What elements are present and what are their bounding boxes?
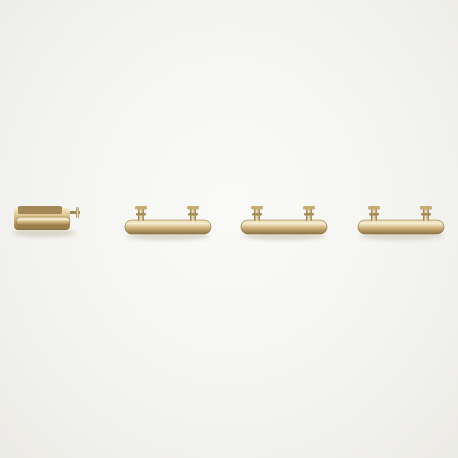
photo-canvas xyxy=(12,206,445,240)
mute-switch-toggle xyxy=(15,216,71,227)
side-button-pin-left xyxy=(135,206,147,221)
mute-switch xyxy=(12,206,80,237)
side-button-pin-right xyxy=(303,206,315,221)
mute-switch-top xyxy=(18,206,62,214)
side-button-body xyxy=(124,219,212,235)
side-button-2 xyxy=(240,206,328,240)
mute-switch-shadow xyxy=(12,229,76,237)
side-button-1 xyxy=(124,206,212,240)
side-button-3 xyxy=(357,206,445,240)
mute-switch-pin-head xyxy=(76,207,79,218)
side-button-pin-left xyxy=(368,206,380,221)
product-photo xyxy=(0,0,458,458)
side-button-pin-left xyxy=(251,206,263,221)
side-button-pin-right xyxy=(187,206,199,221)
side-button-body xyxy=(240,219,328,235)
side-button-body xyxy=(357,219,445,235)
side-button-pin-right xyxy=(420,206,432,221)
